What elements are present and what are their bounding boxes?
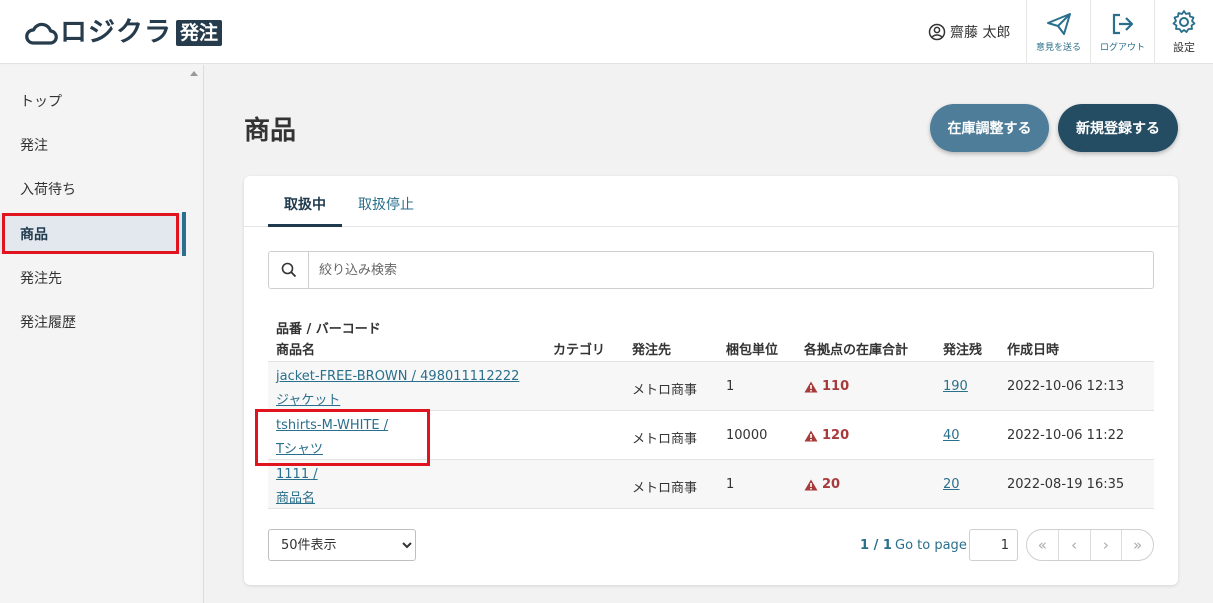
table-row: jacket-FREE-BROWN / 498011112222 ジャケット メ… bbox=[268, 361, 1154, 410]
first-page-icon[interactable]: « bbox=[1027, 530, 1058, 560]
product-code-link[interactable]: 1111 / bbox=[276, 467, 318, 482]
paper-plane-icon bbox=[1046, 12, 1071, 35]
logout-icon bbox=[1112, 13, 1133, 34]
warning-triangle-icon bbox=[804, 430, 818, 441]
sidebar-item-order[interactable]: 発注 bbox=[0, 125, 186, 165]
order-remaining-link[interactable]: 190 bbox=[943, 379, 968, 394]
product-pack-unit: 1 bbox=[726, 379, 735, 394]
stock-total-warning: 20 bbox=[804, 477, 840, 492]
product-name-link[interactable]: ジャケット bbox=[276, 393, 340, 408]
product-name-link[interactable]: 商品名 bbox=[276, 491, 315, 506]
warning-triangle-icon bbox=[804, 479, 818, 490]
feedback-label: 意見を送る bbox=[1035, 42, 1081, 53]
header-supplier: 発注先 bbox=[632, 343, 672, 358]
product-code-link[interactable]: jacket-FREE-BROWN / 498011112222 bbox=[276, 369, 519, 384]
page-count: 1 / 1 bbox=[860, 538, 892, 553]
product-supplier: メトロ商事 bbox=[632, 481, 698, 496]
scroll-up-arrow-icon[interactable] bbox=[190, 71, 198, 76]
page-title: 商品 bbox=[244, 116, 297, 146]
warning-triangle-icon bbox=[804, 381, 818, 392]
highlight-box-product bbox=[255, 409, 430, 466]
tab-underline bbox=[268, 224, 342, 227]
goto-page-input[interactable] bbox=[969, 529, 1018, 561]
header-product-name: 商品名 bbox=[276, 343, 316, 358]
header-created-at: 作成日時 bbox=[1007, 343, 1060, 358]
sidebar-active-indicator bbox=[182, 212, 186, 256]
stock-adjust-button[interactable]: 在庫調整する bbox=[930, 104, 1049, 152]
feedback-button[interactable]: 意見を送る bbox=[1026, 0, 1090, 64]
table-bottom-divider bbox=[268, 508, 1154, 509]
user-circle-icon bbox=[928, 23, 946, 41]
product-pack-unit: 10000 bbox=[726, 428, 768, 443]
header-category: カテゴリ bbox=[553, 343, 606, 358]
stock-total-value: 120 bbox=[822, 428, 850, 443]
logo-text: ロジクラ bbox=[60, 17, 172, 48]
last-page-icon[interactable]: » bbox=[1121, 530, 1153, 560]
product-created-at: 2022-08-19 16:35 bbox=[1007, 477, 1125, 492]
stock-total-warning: 110 bbox=[804, 379, 849, 394]
new-register-button[interactable]: 新規登録する bbox=[1058, 104, 1178, 152]
sidebar-item-order-history[interactable]: 発注履歴 bbox=[0, 302, 186, 342]
search-input[interactable] bbox=[309, 252, 1153, 288]
user-name: 齋藤 太郎 bbox=[950, 25, 1011, 41]
products-card: 取扱中 取扱停止 品番 / バーコード 商品名 カテゴリ 発注先 梱包単位 各拠… bbox=[244, 176, 1178, 585]
next-page-icon[interactable]: › bbox=[1089, 530, 1122, 560]
user-menu[interactable]: 齋藤 太郎 bbox=[928, 22, 1010, 42]
product-created-at: 2022-10-06 11:22 bbox=[1007, 428, 1125, 443]
sidebar-item-awaiting-arrival[interactable]: 入荷待ち bbox=[0, 169, 186, 209]
prev-page-icon[interactable]: ‹ bbox=[1057, 530, 1090, 560]
table-row: 1111 / 商品名 メトロ商事 1 20 20 2022-08-19 16:3… bbox=[268, 459, 1154, 508]
header-order-remaining: 発注残 bbox=[943, 343, 983, 358]
sidebar-item-suppliers[interactable]: 発注先 bbox=[0, 258, 186, 298]
highlight-box-sidebar bbox=[2, 213, 179, 254]
pagination-nav: « ‹ › » bbox=[1026, 529, 1154, 561]
tab-discontinued-products[interactable]: 取扱停止 bbox=[358, 194, 414, 214]
app-logo[interactable]: ロジクラ 発注 bbox=[24, 17, 223, 48]
search-icon[interactable] bbox=[269, 252, 309, 288]
stock-total-value: 110 bbox=[822, 379, 850, 394]
order-remaining-link[interactable]: 40 bbox=[943, 428, 960, 443]
sidebar-item-top[interactable]: トップ bbox=[0, 81, 186, 121]
logout-label: ログアウト bbox=[1099, 42, 1145, 53]
stock-total-value: 20 bbox=[822, 477, 841, 492]
tab-active-products[interactable]: 取扱中 bbox=[284, 194, 326, 214]
header-code: 品番 / バーコード bbox=[276, 322, 381, 337]
tab-bar: 取扱中 取扱停止 bbox=[244, 176, 1178, 227]
product-created-at: 2022-10-06 12:13 bbox=[1007, 379, 1125, 394]
header-pack-unit: 梱包単位 bbox=[726, 343, 779, 358]
logo-badge: 発注 bbox=[176, 20, 223, 46]
order-remaining-link[interactable]: 20 bbox=[943, 477, 960, 492]
stock-total-warning: 120 bbox=[804, 428, 849, 443]
search-box bbox=[268, 251, 1154, 289]
product-supplier: メトロ商事 bbox=[632, 383, 698, 398]
goto-page-label: Go to page bbox=[895, 538, 967, 553]
logout-button[interactable]: ログアウト bbox=[1090, 0, 1154, 64]
header-stock-total: 各拠点の在庫合計 bbox=[804, 343, 909, 358]
product-supplier: メトロ商事 bbox=[632, 432, 698, 447]
app-header: ロジクラ 発注 齋藤 太郎 意見を送る ログアウト 設定 bbox=[0, 0, 1213, 64]
settings-label: 設定 bbox=[1173, 41, 1195, 54]
cloud-icon bbox=[25, 22, 58, 45]
settings-button[interactable]: 設定 bbox=[1154, 0, 1213, 64]
per-page-select[interactable]: 50件表示 bbox=[268, 529, 416, 561]
gear-icon bbox=[1172, 10, 1196, 33]
product-pack-unit: 1 bbox=[726, 477, 735, 492]
sidebar: トップ 発注 入荷待ち 商品 発注先 発注履歴 bbox=[0, 65, 204, 603]
